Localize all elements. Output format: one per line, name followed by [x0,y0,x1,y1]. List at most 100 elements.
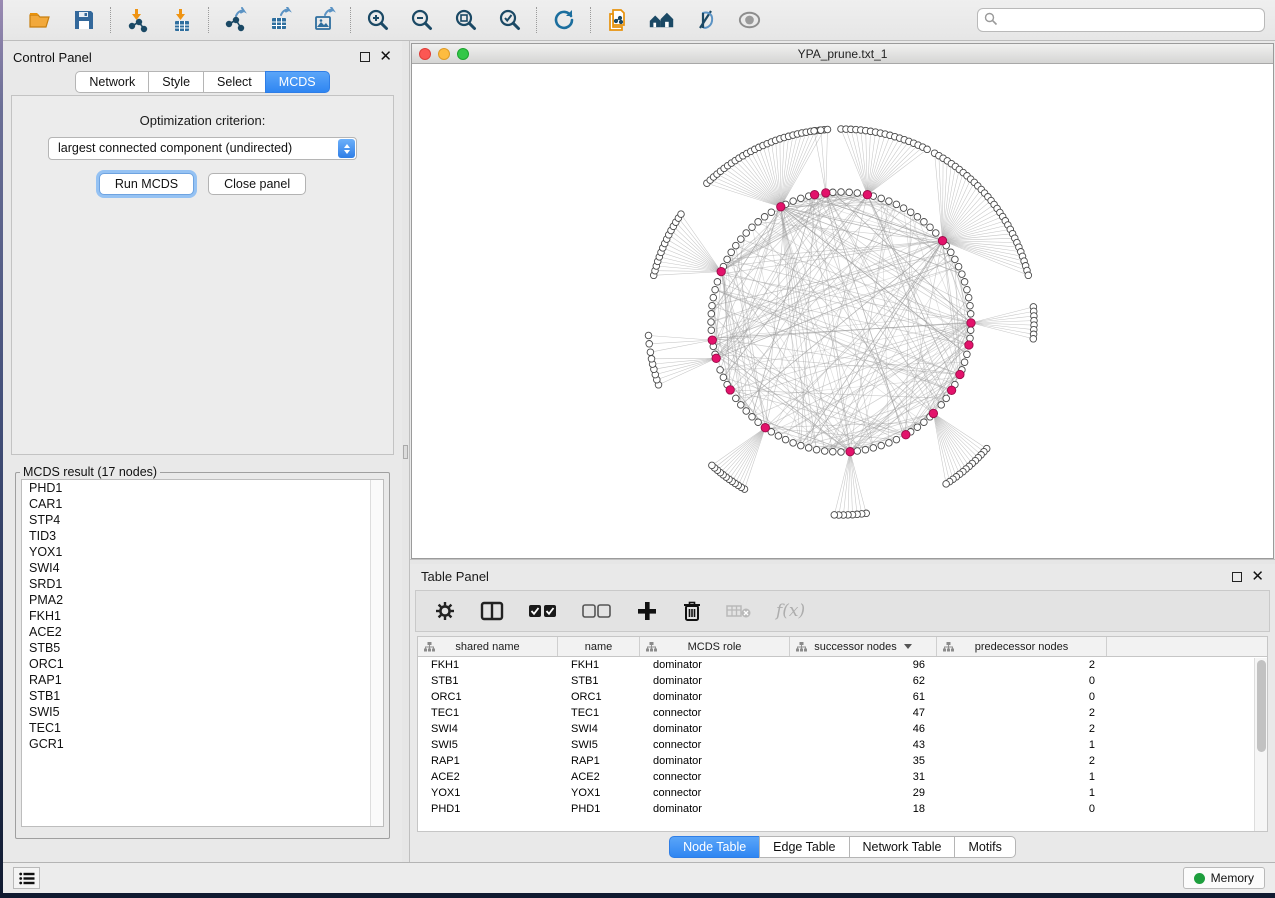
mcds-result-item[interactable]: SWI5 [22,704,383,720]
mcds-result-item[interactable]: CAR1 [22,496,383,512]
network-node[interactable] [961,359,968,366]
tab-motifs[interactable]: Motifs [954,836,1015,858]
network-hub-node[interactable] [965,341,973,349]
cell-shared-name[interactable]: SWI5 [418,739,558,751]
mcds-result-item[interactable]: SRD1 [22,576,383,592]
cell-shared-name[interactable]: ACE2 [418,771,558,783]
network-hub-node[interactable] [956,370,964,378]
network-node[interactable] [943,481,950,488]
network-node[interactable] [831,512,838,519]
mcds-result-item[interactable]: PMA2 [22,592,383,608]
network-node[interactable] [798,442,805,449]
cell-shared-name[interactable]: FKH1 [418,659,558,671]
cell-predecessor-nodes[interactable]: 2 [937,755,1107,767]
network-node[interactable] [708,327,715,334]
zoom-selected-icon[interactable] [496,7,523,34]
cell-shared-name[interactable]: RAP1 [418,755,558,767]
table-row[interactable]: STB1STB1dominator620 [418,673,1267,689]
cell-MCDS-role[interactable]: dominator [640,675,790,687]
mcds-result-item[interactable]: TID3 [22,528,383,544]
cell-MCDS-role[interactable]: dominator [640,723,790,735]
network-node[interactable] [959,271,966,278]
network-node[interactable] [964,351,971,358]
export-image-icon[interactable] [310,7,337,34]
cell-MCDS-role[interactable]: connector [640,787,790,799]
column-header-name[interactable]: name [558,637,640,656]
table-scrollbar-thumb[interactable] [1257,660,1266,752]
table-row[interactable]: PHD1PHD1dominator180 [418,801,1267,817]
float-table-panel-icon[interactable] [1232,572,1242,582]
tab-network[interactable]: Network [75,71,149,93]
network-node[interactable] [768,209,775,216]
network-node[interactable] [738,236,745,243]
network-node[interactable] [743,408,750,415]
mcds-result-item[interactable]: RAP1 [22,672,383,688]
cell-name[interactable]: TEC1 [558,707,640,719]
network-node[interactable] [724,256,731,263]
tab-network-table[interactable]: Network Table [849,836,956,858]
zoom-out-icon[interactable] [408,7,435,34]
network-hub-node[interactable] [810,191,818,199]
cell-predecessor-nodes[interactable]: 1 [937,787,1107,799]
network-node[interactable] [782,436,789,443]
columns-icon[interactable] [480,598,504,624]
network-node[interactable] [749,224,756,231]
refresh-icon[interactable] [550,7,577,34]
network-node[interactable] [943,395,950,402]
network-node[interactable] [709,462,716,469]
cell-shared-name[interactable]: TEC1 [418,707,558,719]
network-node[interactable] [914,214,921,221]
cell-name[interactable]: SWI5 [558,739,640,751]
network-node[interactable] [967,327,974,334]
cell-name[interactable]: RAP1 [558,755,640,767]
network-node[interactable] [805,445,812,452]
network-node[interactable] [921,219,928,226]
network-window-titlebar[interactable]: YPA_prune.txt_1 [412,44,1273,64]
network-node[interactable] [720,374,727,381]
cell-MCDS-role[interactable]: dominator [640,659,790,671]
cell-predecessor-nodes[interactable]: 0 [937,675,1107,687]
cell-successor-nodes[interactable]: 43 [790,739,937,751]
network-node[interactable] [933,230,940,237]
network-hub-node[interactable] [947,386,955,394]
cell-shared-name[interactable]: YOX1 [418,787,558,799]
network-node[interactable] [900,205,907,212]
cell-successor-nodes[interactable]: 35 [790,755,937,767]
birds-eye-icon[interactable] [648,7,675,34]
zoom-fit-icon[interactable] [452,7,479,34]
cell-predecessor-nodes[interactable]: 1 [937,739,1107,751]
network-node[interactable] [961,279,968,286]
show-hide-icon[interactable] [736,7,763,34]
network-node[interactable] [893,201,900,208]
table-row[interactable]: ACE2ACE2connector311 [418,769,1267,785]
network-node[interactable] [708,311,715,318]
network-node[interactable] [749,414,756,421]
network-node[interactable] [712,286,719,293]
cell-successor-nodes[interactable]: 29 [790,787,937,799]
network-node[interactable] [854,190,861,197]
network-node[interactable] [838,189,845,196]
network-node[interactable] [824,126,831,133]
cell-shared-name[interactable]: PHD1 [418,803,558,815]
cell-name[interactable]: FKH1 [558,659,640,671]
cell-predecessor-nodes[interactable]: 2 [937,707,1107,719]
network-node[interactable] [790,198,797,205]
network-node[interactable] [830,448,837,455]
splitter-handle[interactable] [403,445,408,459]
network-node[interactable] [646,341,653,348]
cell-predecessor-nodes[interactable]: 1 [937,771,1107,783]
mcds-result-item[interactable]: FKH1 [22,608,383,624]
run-mcds-button[interactable]: Run MCDS [99,173,194,195]
cell-predecessor-nodes[interactable]: 2 [937,723,1107,735]
mcds-result-item[interactable]: SWI4 [22,560,383,576]
cell-successor-nodes[interactable]: 46 [790,723,937,735]
network-node[interactable] [775,433,782,440]
network-node[interactable] [717,367,724,374]
mcds-result-item[interactable]: TEC1 [22,720,383,736]
mcds-result-item[interactable]: STB5 [22,640,383,656]
network-node[interactable] [938,402,945,409]
delete-column-icon[interactable] [682,598,702,624]
network-node[interactable] [710,294,717,301]
tab-node-table[interactable]: Node Table [669,836,760,858]
network-node[interactable] [854,448,861,455]
